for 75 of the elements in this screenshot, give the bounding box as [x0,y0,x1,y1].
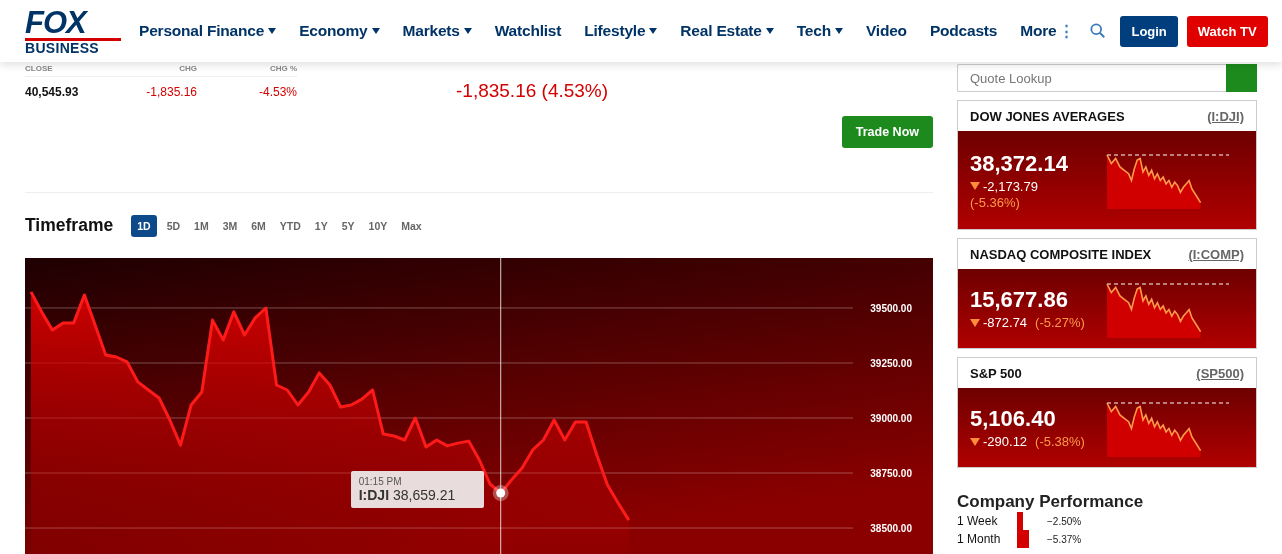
watch-tv-button[interactable]: Watch TV [1186,15,1268,47]
nav-link[interactable]: Real Estate [680,22,774,40]
index-change: -872.74 [983,315,1028,330]
quote-lookup-field[interactable]: Quote Lookup [957,64,1226,92]
nav-link[interactable]: Lifestyle [584,22,658,40]
period-label: 1 Week [957,514,999,528]
index-price: 15,677.86 [970,287,1069,313]
index-name: NASDAQ COMPOSITE INDEX [970,246,1152,262]
search-icon[interactable] [1090,23,1107,39]
caret-icon [463,28,472,34]
logo-fox: FOX [25,7,121,41]
y-axis-label: 39000.00 [870,413,912,424]
login-button[interactable]: Login [1120,15,1178,47]
nav-link[interactable]: Economy [299,22,380,40]
timeframe-tab[interactable]: 1Y [310,214,332,237]
tooltip-symbol: I:DJI [358,487,390,504]
timeframe-tab[interactable]: YTD [275,214,305,237]
nav-link[interactable]: Tech [796,22,843,40]
timeframe-tab[interactable]: 10Y [364,214,392,237]
nav-link[interactable]: Markets [402,22,472,40]
index-change: -2,173.79 [983,178,1038,194]
nav-link[interactable]: More [1020,22,1057,40]
stat-value: -1,835.16 [145,85,197,99]
index-price: 38,372.14 [970,150,1068,177]
down-triangle-icon [970,318,980,327]
timeframe-tab[interactable]: 5Y [337,214,359,237]
index-symbol-link[interactable]: (SP500) [1196,365,1244,381]
caret-icon [834,28,843,34]
column-header: CHG [178,64,197,73]
tooltip-value: 38,659.21 [392,487,456,504]
logo-business: BUSINESS [25,41,100,55]
index-price: 5,106.40 [970,406,1057,432]
tooltip-time: 01:15 PM [358,476,403,488]
down-triangle-icon [970,182,980,190]
performance-value: −5.37% [1047,533,1083,545]
index-percent: (-5.38%) [1035,434,1085,449]
stat-value: 40,545.93 [25,85,80,99]
index-name: S&P 500 [970,365,1022,381]
timeframe-tab[interactable]: 1M [190,214,213,237]
y-axis-label: 39500.00 [870,302,912,314]
performance-value: −2.50% [1047,515,1083,527]
caret-icon [371,28,380,34]
index-name: DOW JONES AVERAGES [970,108,1125,124]
stat-value: -4.53% [257,85,297,99]
index-change: -290.12 [983,434,1028,449]
timeframe-tab[interactable]: 5D [162,214,185,237]
caret-icon [268,28,277,34]
column-header: CHG % [268,64,297,73]
trade-now-button[interactable]: Trade Now [841,116,933,148]
index-symbol-link[interactable]: (I:COMP) [1188,246,1244,262]
index-percent: (-5.36%) [970,194,1021,210]
timeframe-title: Timeframe [25,215,114,236]
caret-icon [765,28,774,34]
y-axis-label: 39250.00 [870,358,912,369]
down-triangle-icon [970,437,980,446]
timeframe-tab[interactable]: 1D [131,214,157,237]
more-icon[interactable]: ⋮ [1059,22,1075,40]
period-label: 1 Month [957,532,1002,546]
section-title: Company Performance [957,492,1145,512]
y-axis-label: 38750.00 [870,468,912,479]
logo[interactable]: FOX BUSINESS [25,7,121,55]
hover-point [492,485,509,502]
nav-link[interactable]: Personal Finance [139,22,277,40]
caret-icon [649,28,658,34]
index-percent: (-5.27%) [1035,315,1085,330]
y-axis-label: 38500.00 [870,523,912,535]
price-change: -1,835.16 (4.53%) [455,80,610,102]
timeframe-tab[interactable]: 6M [247,214,270,237]
column-header: CLOSE [25,64,54,73]
nav-link[interactable]: Watchlist [494,22,562,40]
nav-link[interactable]: Podcasts [929,22,998,40]
timeframe-tab[interactable]: 3M [218,214,242,237]
index-symbol-link[interactable]: (I:DJI) [1207,108,1244,124]
nav-link[interactable]: Video [865,22,907,40]
timeframe-tab[interactable]: Max [397,214,426,237]
